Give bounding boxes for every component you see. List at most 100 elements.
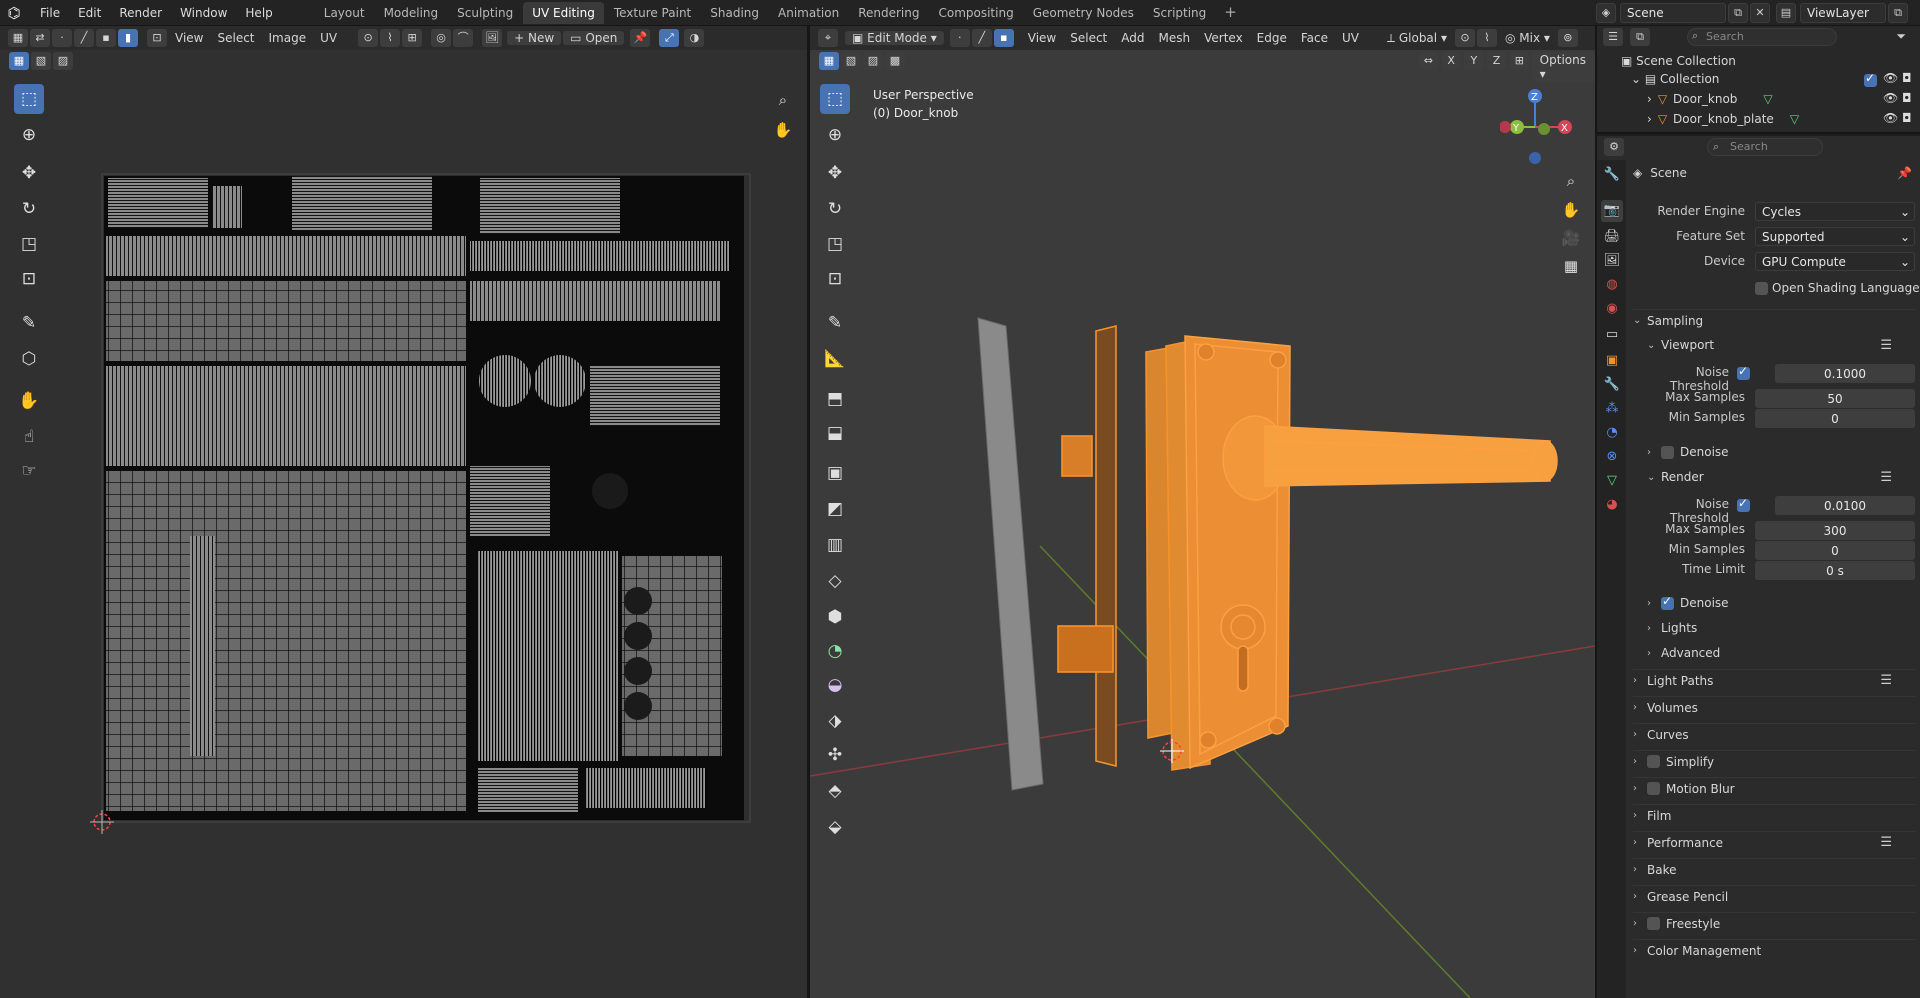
- tool-tab-icon[interactable]: 🔧: [1601, 164, 1623, 186]
- outliner-item-door-knob[interactable]: › ▽ Door_knob ▽: [1647, 92, 1773, 106]
- viewport-editor-type-icon[interactable]: ⌖: [818, 29, 838, 47]
- particles-tab-icon[interactable]: ⁂: [1601, 398, 1623, 420]
- select-subtract-icon[interactable]: ▨: [863, 52, 883, 70]
- sampling-panel-header[interactable]: ⌄ Sampling: [1633, 309, 1916, 331]
- r-max-samples-field[interactable]: 300: [1755, 521, 1915, 540]
- select-new-icon[interactable]: ▦: [819, 52, 839, 70]
- menu-file[interactable]: File: [32, 3, 68, 23]
- bevel-tool-icon[interactable]: ◩: [820, 494, 850, 524]
- view-layer-selector[interactable]: ViewLayer: [1800, 3, 1886, 23]
- outliner-item-door-knob-plate[interactable]: › ▽ Door_knob_plate ▽: [1647, 112, 1799, 126]
- viewport-scene[interactable]: [810, 26, 1595, 998]
- outliner-search-input[interactable]: Search: [1687, 28, 1837, 46]
- pin-props-icon[interactable]: 📌: [1897, 166, 1912, 180]
- menu-uv-3d[interactable]: UV: [1335, 31, 1366, 45]
- film-panel[interactable]: › Film: [1633, 804, 1916, 826]
- presets-list-icon[interactable]: ☰: [1880, 673, 1892, 688]
- performance-panel[interactable]: › Performance ☰: [1633, 831, 1916, 853]
- menu-vertex[interactable]: Vertex: [1197, 31, 1250, 45]
- scene-icon[interactable]: ◈: [1596, 3, 1616, 23]
- face-mode-icon[interactable]: ▪: [993, 29, 1014, 47]
- light-paths-panel[interactable]: › Light Paths ☰: [1633, 669, 1916, 691]
- tab-modeling[interactable]: Modeling: [375, 2, 448, 24]
- mirror-icon[interactable]: ⇔: [1419, 52, 1438, 70]
- presets-list-icon[interactable]: ☰: [1880, 835, 1892, 850]
- edge-slide-tool-icon[interactable]: ⬗: [820, 706, 850, 736]
- r-noise-threshold-field[interactable]: 0.0100: [1775, 496, 1915, 515]
- lights-subpanel-header[interactable]: › Lights: [1647, 617, 1916, 639]
- modifier-tab-icon[interactable]: 🔧: [1601, 374, 1623, 396]
- menu-window[interactable]: Window: [172, 3, 235, 23]
- vp-max-samples-field[interactable]: 50: [1755, 389, 1915, 408]
- menu-add[interactable]: Add: [1114, 31, 1151, 45]
- view-layer-icon[interactable]: ▤: [1776, 3, 1796, 23]
- collection-exclude-checkbox[interactable]: [1864, 71, 1877, 87]
- visibility-eye-icon[interactable]: 👁: [1883, 91, 1898, 105]
- render-engine-select[interactable]: Cycles ⌄: [1755, 202, 1915, 221]
- navigation-gizmo[interactable]: Z X Y: [1500, 82, 1580, 172]
- move-3d-tool-icon[interactable]: ✥: [820, 158, 850, 188]
- r-denoise-header[interactable]: › Denoise: [1647, 592, 1916, 614]
- freestyle-panel[interactable]: › Freestyle: [1633, 912, 1916, 934]
- tab-rendering[interactable]: Rendering: [849, 2, 928, 24]
- device-select[interactable]: GPU Compute ⌄: [1755, 252, 1915, 271]
- knife-tool-icon[interactable]: ◇: [820, 566, 850, 596]
- tab-scripting[interactable]: Scripting: [1144, 2, 1215, 24]
- menu-mesh[interactable]: Mesh: [1152, 31, 1198, 45]
- uv-canvas[interactable]: [0, 26, 807, 998]
- transform-3d-tool-icon[interactable]: ⊡: [820, 264, 850, 294]
- snap-3d-icon[interactable]: ⌇: [1476, 29, 1497, 47]
- simplify-panel[interactable]: › Simplify: [1633, 750, 1916, 772]
- tab-uv-editing[interactable]: UV Editing: [523, 1, 604, 24]
- outliner-type-icon[interactable]: ☰: [1603, 28, 1623, 46]
- gizmo-neg-x-icon[interactable]: [1500, 121, 1511, 133]
- menu-help[interactable]: Help: [237, 3, 280, 23]
- options-dropdown[interactable]: Options ▾: [1531, 52, 1595, 82]
- world-tab-icon[interactable]: ◉: [1601, 298, 1623, 320]
- new-scene-icon[interactable]: ⧉: [1728, 3, 1748, 23]
- delete-scene-icon[interactable]: ✕: [1750, 3, 1770, 23]
- menu-select-3d[interactable]: Select: [1063, 31, 1114, 45]
- vp-denoise-checkbox[interactable]: [1661, 445, 1674, 459]
- measure-tool-icon[interactable]: 📐: [820, 344, 850, 374]
- tab-animation[interactable]: Animation: [769, 2, 848, 24]
- new-view-layer-icon[interactable]: ⧉: [1888, 3, 1908, 23]
- motion-blur-checkbox[interactable]: [1647, 782, 1660, 795]
- volumes-panel[interactable]: › Volumes: [1633, 696, 1916, 718]
- properties-search-input[interactable]: Search: [1707, 138, 1823, 156]
- material-tab-icon[interactable]: ◕: [1601, 494, 1623, 516]
- pivot-point-icon[interactable]: ⊙: [1454, 29, 1475, 47]
- pan-3d-icon[interactable]: ✋: [1559, 198, 1583, 222]
- annotate-3d-tool-icon[interactable]: ✎: [820, 308, 850, 338]
- r-denoise-checkbox[interactable]: [1661, 594, 1674, 610]
- color-management-panel[interactable]: › Color Management: [1633, 939, 1916, 961]
- mirror-z-button[interactable]: Z: [1487, 52, 1506, 70]
- bake-panel[interactable]: › Bake: [1633, 858, 1916, 880]
- scene-tab-icon[interactable]: ◍: [1601, 274, 1623, 296]
- poly-build-tool-icon[interactable]: ⬢: [820, 602, 850, 632]
- tab-shading[interactable]: Shading: [701, 2, 768, 24]
- render-tab-icon[interactable]: 📷: [1601, 200, 1623, 222]
- extrude-tool-icon[interactable]: ⬓: [820, 418, 850, 448]
- blender-logo-icon[interactable]: ⌬: [0, 4, 28, 22]
- osl-checkbox[interactable]: [1755, 282, 1768, 295]
- render-subpanel-header[interactable]: ⌄ Render ☰: [1647, 466, 1916, 488]
- tab-layout[interactable]: Layout: [315, 2, 374, 24]
- cursor-3d-tool-icon[interactable]: ⊕: [820, 120, 850, 150]
- grease-pencil-panel[interactable]: › Grease Pencil: [1633, 885, 1916, 907]
- smooth-tool-icon[interactable]: ◒: [820, 670, 850, 700]
- mode-selector[interactable]: ▣ Edit Mode ▾: [845, 31, 944, 45]
- menu-view-3d[interactable]: View: [1021, 31, 1063, 45]
- vertex-mode-icon[interactable]: ·: [949, 29, 970, 47]
- tab-sculpting[interactable]: Sculpting: [448, 2, 522, 24]
- proportional-mix-selector[interactable]: ◎ Mix ▾: [1498, 31, 1557, 45]
- gizmo-neg-z-icon[interactable]: [1529, 152, 1541, 164]
- camera-view-icon[interactable]: 🎥: [1559, 226, 1583, 250]
- scene-selector[interactable]: Scene: [1620, 3, 1726, 23]
- scale-3d-tool-icon[interactable]: ◳: [820, 229, 850, 259]
- rotate-3d-tool-icon[interactable]: ↻: [820, 194, 850, 224]
- constraints-tab-icon[interactable]: ⊗: [1601, 446, 1623, 468]
- select-box-3d-tool-icon[interactable]: ⬚: [820, 84, 850, 114]
- vp-noise-threshold-checkbox[interactable]: [1737, 364, 1750, 380]
- r-min-samples-field[interactable]: 0: [1755, 541, 1915, 560]
